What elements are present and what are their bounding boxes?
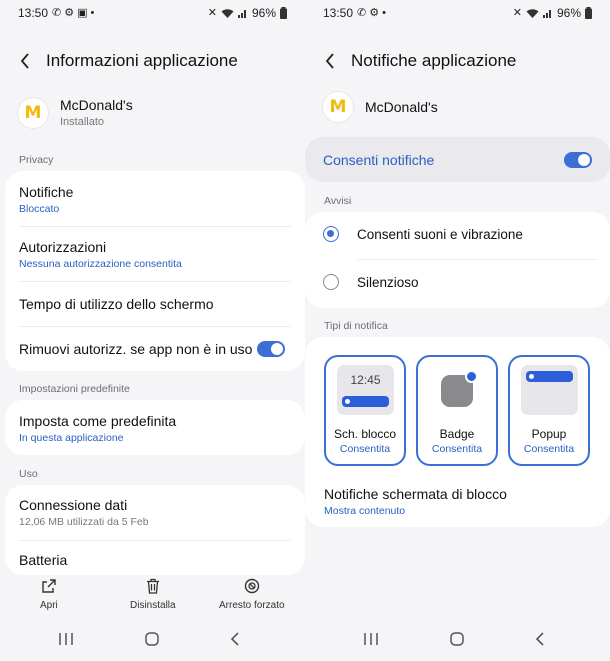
app-status: Installato: [60, 116, 105, 128]
signal-icon: [237, 10, 246, 18]
alert-option-silent[interactable]: Silenzioso: [323, 274, 596, 290]
set-default-item[interactable]: Imposta come predefinita In questa appli…: [19, 413, 287, 444]
nav-bar: [305, 628, 610, 654]
notifications-item[interactable]: Notifiche Bloccato: [19, 184, 287, 215]
home-icon: [450, 632, 464, 646]
battery-item[interactable]: Batteria: [19, 552, 287, 568]
image-icon: ▣: [77, 6, 88, 19]
section-usage: Uso: [19, 468, 38, 480]
header: Informazioni applicazione: [14, 45, 291, 77]
nav-back-button[interactable]: [535, 632, 545, 646]
battery-percent: 96%: [251, 6, 276, 20]
section-alerts: Avvisi: [324, 195, 352, 207]
page-title: Informazioni applicazione: [46, 51, 238, 70]
wifi-icon: [221, 8, 234, 18]
battery-icon: [585, 7, 592, 19]
type-badge-tile[interactable]: Badge Consentita: [416, 355, 498, 466]
nav-back-icon: [535, 632, 544, 646]
badge-preview: [429, 365, 486, 415]
stop-icon: [244, 578, 259, 594]
privacy-card: Notifiche Bloccato Autorizzazioni Nessun…: [5, 171, 305, 371]
uninstall-button[interactable]: Disinstalla: [130, 578, 176, 611]
recents-button[interactable]: [363, 632, 379, 646]
trash-icon: [146, 578, 159, 594]
back-button[interactable]: [14, 46, 36, 76]
preview-time: 12:45: [350, 373, 381, 387]
usage-card: Connessione dati 12,06 MB utilizzati da …: [5, 485, 305, 575]
screen-time-item[interactable]: Tempo di utilizzo dello schermo: [19, 296, 287, 312]
divider: [19, 540, 291, 541]
whatsapp-icon: ✆: [357, 6, 367, 19]
divider: [19, 281, 291, 282]
preview-notification-bar: [342, 396, 389, 407]
open-icon: [42, 579, 56, 593]
mute-icon: ✕: [512, 6, 522, 19]
radio-button[interactable]: [323, 274, 339, 290]
remove-permissions-toggle[interactable]: [257, 341, 285, 357]
permissions-item[interactable]: Autorizzazioni Nessuna autorizzazione co…: [19, 239, 287, 270]
back-icon: [20, 53, 29, 69]
mcdonalds-logo: M: [18, 97, 48, 128]
data-usage-item[interactable]: Connessione dati 12,06 MB utilizzati da …: [19, 497, 287, 528]
status-bar: 13:50 ✆ ⚙ • ✕ 96%: [305, 0, 610, 26]
status-bar: 13:50 ✆ ⚙ ▣ • ✕ 96%: [0, 0, 305, 26]
allow-notifications-row[interactable]: Consenti notifiche: [305, 137, 610, 182]
mcdonalds-logo: M: [323, 92, 353, 122]
allow-notifications-toggle[interactable]: [564, 152, 592, 168]
back-icon: [325, 53, 334, 69]
status-time: 13:50: [18, 6, 49, 20]
section-privacy: Privacy: [19, 154, 54, 166]
alert-option-sound[interactable]: Consenti suoni e vibrazione: [323, 226, 596, 242]
recents-button[interactable]: [58, 632, 74, 646]
radio-button[interactable]: [323, 226, 339, 242]
section-types: Tipi di notifica: [324, 320, 388, 332]
dot-icon: •: [382, 6, 386, 19]
gear-icon: ⚙: [369, 6, 380, 19]
status-time: 13:50: [323, 6, 354, 20]
lock-screen-notifications-item[interactable]: Notifiche schermata di blocco Mostra con…: [324, 486, 592, 517]
app-header: M McDonald's: [323, 92, 592, 122]
open-button[interactable]: Apri: [40, 578, 58, 611]
section-defaults: Impostazioni predefinite: [19, 383, 130, 395]
defaults-card: Imposta come predefinita In questa appli…: [5, 400, 305, 455]
force-stop-button[interactable]: Arresto forzato: [219, 578, 285, 611]
gear-icon: ⚙: [64, 6, 75, 19]
home-icon: [145, 632, 159, 646]
divider: [357, 259, 596, 260]
signal-icon: [542, 10, 551, 18]
divider: [19, 326, 291, 327]
back-button[interactable]: [319, 46, 341, 76]
remove-permissions-item[interactable]: Rimuovi autorizz. se app non è in uso: [19, 341, 255, 357]
whatsapp-icon: ✆: [52, 6, 62, 19]
dot-icon: •: [90, 6, 95, 19]
battery-percent: 96%: [556, 6, 581, 20]
type-popup-tile[interactable]: Popup Consentita: [508, 355, 590, 466]
app-name: McDonald's: [365, 99, 438, 115]
bottom-actions: Apri Disinstalla Arresto forzato: [0, 578, 305, 618]
app-name: McDonald's: [60, 97, 133, 113]
page-title: Notifiche applicazione: [351, 51, 517, 70]
nav-bar: [0, 628, 305, 654]
recents-icon: [59, 633, 73, 645]
mute-icon: ✕: [207, 6, 217, 19]
header: Notifiche applicazione: [319, 45, 596, 77]
badge-dot: [465, 370, 478, 383]
home-button[interactable]: [144, 632, 160, 646]
type-lock-screen-tile[interactable]: 12:45 Sch. blocco Consentita: [324, 355, 406, 466]
app-notifications-screen: 13:50 ✆ ⚙ • ✕ 96% Notifiche applicazione…: [305, 0, 610, 661]
app-info-screen: 13:50 ✆ ⚙ ▣ • ✕ 96% Informazioni applica…: [0, 0, 305, 661]
lock-screen-preview: 12:45: [337, 365, 394, 415]
nav-back-icon: [230, 632, 239, 646]
recents-icon: [364, 633, 378, 645]
allow-notifications-label: Consenti notifiche: [323, 152, 435, 168]
home-button[interactable]: [449, 632, 465, 646]
divider: [19, 226, 291, 227]
wifi-icon: [526, 8, 539, 18]
battery-icon: [280, 7, 287, 19]
app-header: M McDonald's Installato: [18, 97, 287, 128]
alerts-card: Consenti suoni e vibrazione Silenzioso: [305, 212, 610, 308]
popup-preview: [521, 365, 578, 415]
preview-popup-bar: [526, 371, 573, 382]
nav-back-button[interactable]: [230, 632, 240, 646]
